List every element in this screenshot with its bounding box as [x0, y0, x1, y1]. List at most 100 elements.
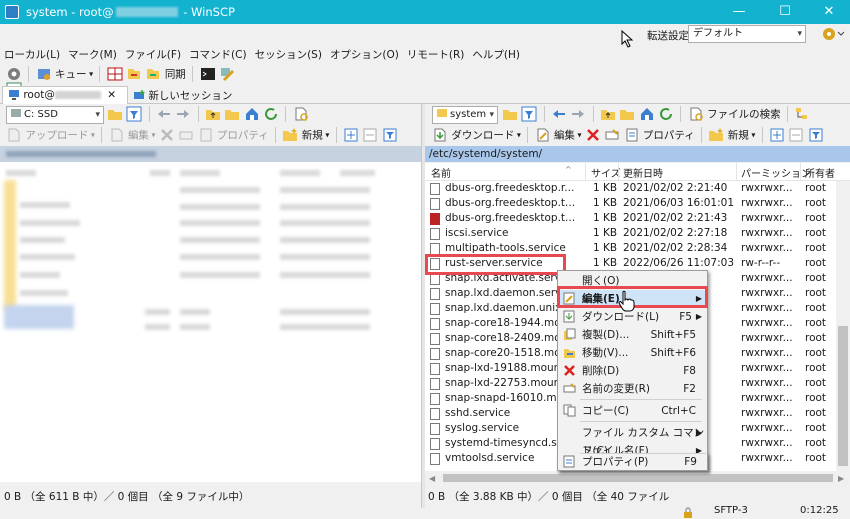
menu-session[interactable]: セッション(S)	[251, 44, 326, 65]
file-name: snap.lxd.daemon.unix....	[445, 302, 575, 314]
new-icon[interactable]	[282, 127, 298, 143]
col-owner[interactable]: 所有者	[805, 165, 835, 180]
remote-path-bar[interactable]: /etc/systemd/system/	[425, 146, 850, 162]
new-button[interactable]: 新規	[302, 130, 323, 142]
minimize-button[interactable]: —	[718, 0, 760, 24]
remote-find-files-icon[interactable]	[688, 106, 704, 122]
ctx-duplicate[interactable]: 複製(D)... Shift+F5	[560, 326, 706, 344]
file-permissions: rwxrwxr...	[741, 287, 793, 299]
menu-local[interactable]: ローカル(L)	[0, 44, 64, 65]
remote-properties-button[interactable]: プロパティ	[643, 130, 695, 142]
rename-icon[interactable]	[178, 127, 194, 143]
remote-back-arrow-icon[interactable]	[551, 106, 567, 122]
download-icon[interactable]	[432, 127, 448, 143]
back-arrow-icon[interactable]	[156, 106, 172, 122]
file-name: dbus-org.freedesktop.r...	[445, 182, 575, 194]
edit-icon[interactable]	[109, 127, 125, 143]
remote-filter-icon[interactable]	[521, 106, 537, 122]
horizontal-scrollbar[interactable]: ◀ ▶	[425, 471, 850, 485]
ctx-properties[interactable]: プロパティ(P) F9	[557, 453, 708, 471]
remote-forward-arrow-icon[interactable]	[570, 106, 586, 122]
open-folder-icon[interactable]	[107, 106, 123, 122]
scroll-right-arrow[interactable]: ▶	[838, 474, 844, 483]
synchronize-icon[interactable]	[145, 66, 161, 82]
remote-root-dir-icon[interactable]	[619, 106, 635, 122]
find-files-icon[interactable]	[293, 106, 309, 122]
remote-select-all-icon[interactable]	[769, 127, 785, 143]
table-row[interactable]: dbus-org.freedesktop.t... 1 KB 2021/02/02 …	[425, 211, 836, 226]
local-drive-select[interactable]: C: SSD	[6, 106, 104, 124]
horizontal-scroll-thumb[interactable]	[443, 474, 833, 482]
remote-tree-icon[interactable]	[794, 106, 810, 122]
col-modified[interactable]: 更新日時	[623, 165, 663, 180]
remote-new-icon[interactable]	[708, 127, 724, 143]
menu-help[interactable]: ヘルプ(H)	[468, 44, 524, 65]
compare-dirs-icon[interactable]	[107, 66, 123, 82]
scroll-left-arrow[interactable]: ◀	[429, 474, 435, 483]
properties-icon[interactable]	[198, 127, 214, 143]
remote-unselect-icon[interactable]	[788, 127, 804, 143]
home-icon[interactable]	[244, 106, 260, 122]
filter-icon[interactable]	[126, 106, 142, 122]
edit-button[interactable]: 編集	[128, 130, 149, 142]
ctx-delete[interactable]: 削除(D) F8	[560, 362, 706, 380]
preferences-gear-icon[interactable]	[6, 66, 22, 82]
delete-icon[interactable]	[159, 127, 175, 143]
table-row[interactable]: iscsi.service 1 KB 2021/02/02 2:27:18 rwxrw…	[425, 226, 836, 241]
col-size[interactable]: サイズ	[591, 165, 621, 180]
remote-edit-button[interactable]: 編集	[554, 130, 575, 142]
menu-remote[interactable]: リモート(R)	[403, 44, 469, 65]
upload-icon[interactable]	[6, 127, 22, 143]
root-dir-icon[interactable]	[224, 106, 240, 122]
queue-icon[interactable]	[36, 66, 52, 82]
remote-open-folder-icon[interactable]	[502, 106, 518, 122]
close-button[interactable]: ✕	[808, 0, 850, 24]
ctx-move[interactable]: 移動(V)... Shift+F6	[560, 344, 706, 362]
refresh-icon[interactable]	[263, 106, 279, 122]
remote-parent-dir-icon[interactable]	[600, 106, 616, 122]
filter-select-icon[interactable]	[382, 127, 398, 143]
remote-edit-icon[interactable]	[535, 127, 551, 143]
synchronize-browse-icon[interactable]	[126, 66, 142, 82]
find-files-button[interactable]: ファイルの検索	[707, 109, 781, 121]
ctx-rename[interactable]: 名前の変更(R) F2	[560, 380, 706, 398]
file-owner: root	[805, 392, 827, 404]
table-row[interactable]: dbus-org.freedesktop.t... 1 KB 2021/06/03 …	[425, 196, 836, 211]
remote-home-icon[interactable]	[639, 106, 655, 122]
queue-button[interactable]: キュー	[55, 69, 87, 81]
remote-dir-select[interactable]: system	[432, 106, 498, 124]
local-file-list[interactable]	[0, 162, 421, 482]
remote-filter-select-icon[interactable]	[808, 127, 824, 143]
file-icon	[430, 183, 440, 195]
putty-icon[interactable]	[219, 66, 235, 82]
transfer-settings-icon[interactable]	[822, 26, 845, 42]
menu-options[interactable]: オプション(O)	[326, 44, 403, 65]
tab-new-session[interactable]: 新しいセッション	[128, 86, 237, 104]
properties-button[interactable]: プロパティ	[217, 130, 269, 142]
parent-dir-icon[interactable]	[205, 106, 221, 122]
maximize-button[interactable]: ☐	[764, 0, 806, 24]
menu-mark[interactable]: マーク(M)	[64, 44, 121, 65]
select-all-icon[interactable]	[343, 127, 359, 143]
vertical-scrollbar[interactable]	[836, 181, 850, 471]
tab-session-root[interactable]: root@ ✕	[2, 86, 128, 104]
upload-button[interactable]: アップロード	[25, 130, 88, 142]
col-name[interactable]: 名前	[431, 165, 451, 180]
remote-delete-icon[interactable]	[585, 127, 601, 143]
remote-new-button[interactable]: 新規	[728, 130, 749, 142]
synchronize-button[interactable]: 同期	[165, 69, 186, 81]
remote-properties-icon[interactable]	[624, 127, 640, 143]
console-icon[interactable]	[200, 66, 216, 82]
remote-refresh-icon[interactable]	[658, 106, 674, 122]
forward-arrow-icon[interactable]	[175, 106, 191, 122]
menu-command[interactable]: コマンド(C)	[185, 44, 251, 65]
tab-close-icon[interactable]: ✕	[107, 89, 116, 101]
ctx-copy[interactable]: コピー(C) Ctrl+C	[560, 402, 706, 420]
transfer-settings-dropdown[interactable]: デフォルト	[688, 25, 806, 43]
table-row[interactable]: dbus-org.freedesktop.r... 1 KB 2021/02/02 …	[425, 181, 836, 196]
ctx-custom-commands[interactable]: ファイル カスタム コマンド(C) ▶	[560, 424, 706, 457]
unselect-icon[interactable]	[362, 127, 378, 143]
download-button[interactable]: ダウンロード	[451, 130, 514, 142]
menu-file[interactable]: ファイル(F)	[121, 44, 185, 65]
remote-rename-icon[interactable]	[604, 127, 620, 143]
